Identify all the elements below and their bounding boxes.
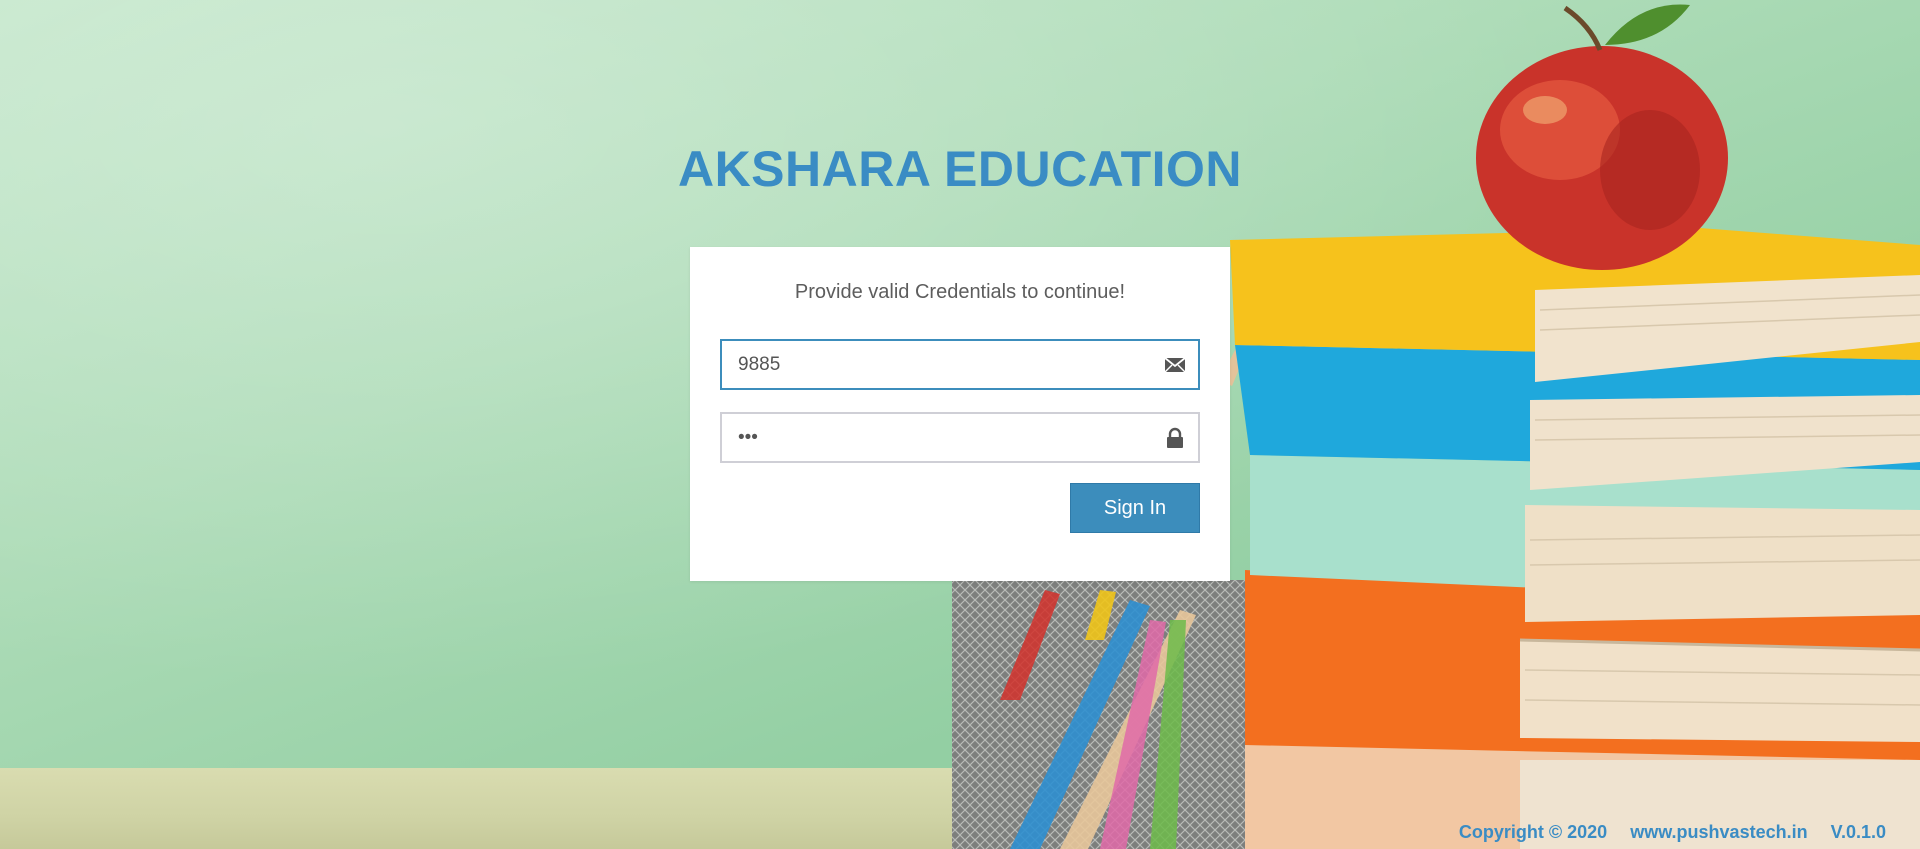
password-input[interactable]	[722, 414, 1198, 461]
app-title: AKSHARA EDUCATION	[677, 141, 1243, 197]
copyright-text: Copyright © 2020	[1458, 822, 1608, 842]
envelope-icon	[1164, 357, 1186, 373]
login-page: AKSHARA EDUCATION Provide valid Credenti…	[0, 0, 1920, 849]
login-instructions: Provide valid Credentials to continue!	[794, 281, 1126, 303]
footer: Copyright © 2020 www.pushvastech.in V.0.…	[1459, 822, 1886, 843]
password-field	[720, 412, 1200, 463]
login-card: Provide valid Credentials to continue! S…	[690, 247, 1230, 581]
apple-image	[1476, 4, 1728, 270]
website-link[interactable]: www.pushvastech.in	[1630, 822, 1807, 842]
version-text: V.0.1.0	[1830, 822, 1886, 842]
lock-icon	[1167, 427, 1183, 448]
username-field	[720, 339, 1200, 390]
username-input[interactable]	[722, 341, 1198, 388]
books-stack-image	[1230, 228, 1920, 849]
sign-in-button[interactable]: Sign In	[1070, 483, 1200, 533]
